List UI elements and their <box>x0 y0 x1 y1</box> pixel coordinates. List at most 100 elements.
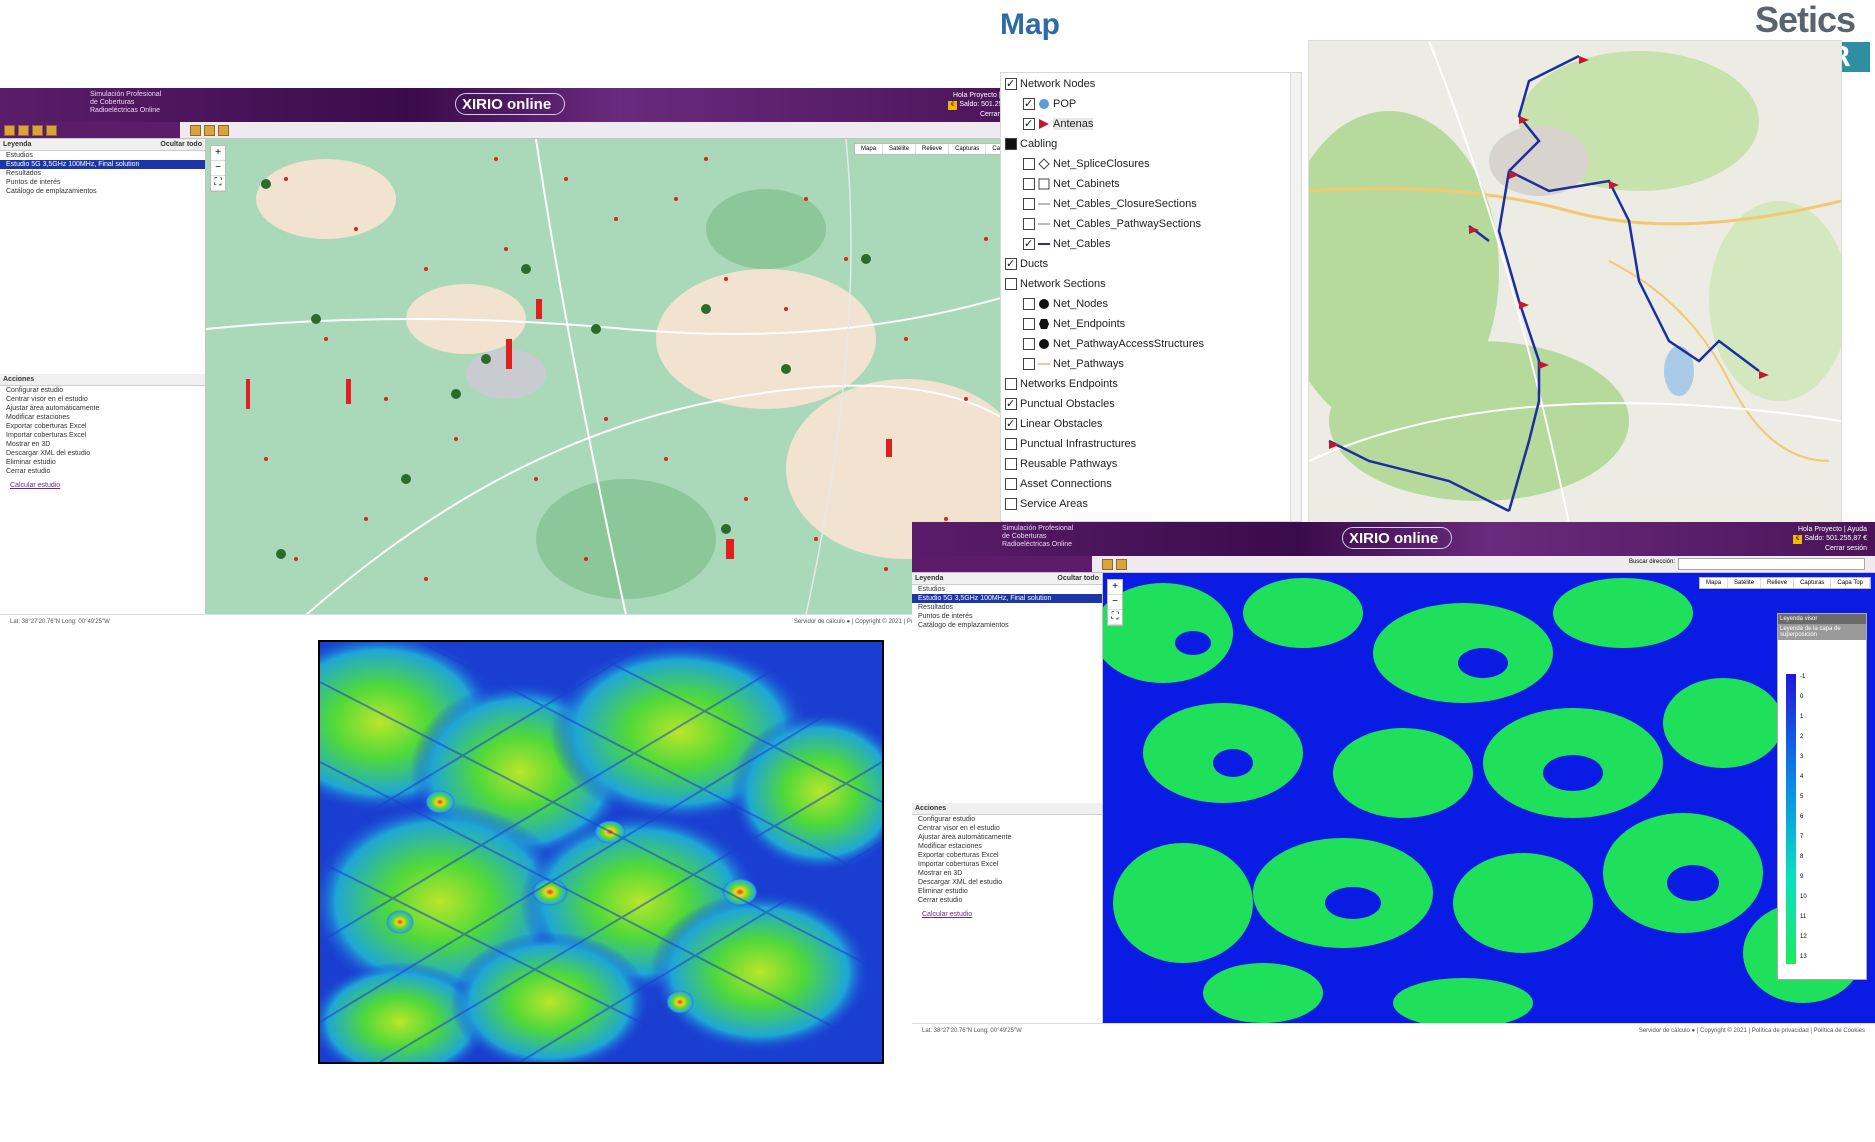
layer-item[interactable]: Networks Endpoints <box>1005 375 1118 393</box>
calculate-study-link[interactable]: Calcular estudio <box>0 476 205 495</box>
layer-checkbox[interactable] <box>1023 115 1035 133</box>
layer-item[interactable]: Network Sections <box>1005 275 1106 293</box>
action-item[interactable]: Ajustar área automáticamente <box>912 833 1102 842</box>
layer-checkbox[interactable] <box>1023 218 1035 231</box>
layer-checkbox[interactable] <box>1005 415 1017 433</box>
user-greeting[interactable]: Hola Proyecto | Ayuda <box>1793 525 1867 534</box>
layer-checkbox[interactable] <box>1023 235 1035 253</box>
layer-item[interactable]: Net_Nodes <box>1023 295 1108 313</box>
print-icon[interactable] <box>32 125 43 136</box>
action-item[interactable]: Importar coberturas Excel <box>0 431 205 440</box>
layer-checkbox[interactable] <box>1005 438 1017 451</box>
layer-item[interactable]: Service Areas <box>1005 495 1088 513</box>
action-item[interactable]: Eliminar estudio <box>0 458 205 467</box>
layer-checkbox[interactable] <box>1005 255 1017 273</box>
layer-item[interactable]: Linear Obstacles <box>1005 415 1103 433</box>
layer-checkbox[interactable] <box>1023 318 1035 331</box>
toolbar-tools[interactable] <box>912 556 1092 572</box>
layer-item[interactable]: Net_Cables_PathwaySections <box>1023 215 1201 233</box>
tab-relief[interactable]: Relieve <box>916 144 950 154</box>
tab-map[interactable]: Mapa <box>855 144 884 154</box>
layer-checkbox[interactable] <box>1005 75 1017 93</box>
map-canvas-terrain[interactable]: + − ⛶ Mapa Satélite Relieve Capturas Cap… <box>206 139 1030 615</box>
layers-icon[interactable] <box>1116 559 1127 570</box>
action-item[interactable]: Configurar estudio <box>912 815 1102 824</box>
zoom-in-button[interactable]: + <box>211 146 225 161</box>
fullscreen-button[interactable]: ⛶ <box>1108 610 1122 625</box>
action-item[interactable]: Configurar estudio <box>0 386 205 395</box>
layer-item[interactable]: Punctual Infrastructures <box>1005 435 1136 453</box>
ruler-icon[interactable] <box>1102 559 1113 570</box>
tab-satellite[interactable]: Satélite <box>883 144 917 154</box>
layer-item[interactable]: Net_PathwayAccessStructures <box>1023 335 1204 353</box>
layer-checkbox[interactable] <box>1005 498 1017 511</box>
address-search-input[interactable] <box>1678 558 1865 570</box>
action-item[interactable]: Descargar XML del estudio <box>0 449 205 458</box>
layer-item[interactable]: Reusable Pathways <box>1005 455 1117 473</box>
layer-item[interactable]: Cabling <box>1005 135 1057 153</box>
tab-map[interactable]: Mapa <box>1700 578 1729 588</box>
tab-captures[interactable]: Capturas <box>1794 578 1832 588</box>
legend-row[interactable]: Puntos de interés <box>0 178 205 187</box>
layer-checkbox[interactable] <box>1005 395 1017 413</box>
layer-item[interactable]: Ducts <box>1005 255 1048 273</box>
action-item[interactable]: Modificar estaciones <box>0 413 205 422</box>
action-item[interactable]: Exportar coberturas Excel <box>912 851 1102 860</box>
legend-row-selected[interactable]: Estudio 5G 3,5GHz 100MHz, Final solution <box>0 160 205 169</box>
zoom-out-button[interactable]: − <box>1108 595 1122 610</box>
layer-item[interactable]: Net_Cables <box>1023 235 1110 253</box>
calculate-study-link[interactable]: Calcular estudio <box>912 905 1102 924</box>
tab-relief[interactable]: Relieve <box>1761 578 1795 588</box>
legend-row[interactable]: Catálogo de emplazamientos <box>912 621 1102 630</box>
action-item[interactable]: Descargar XML del estudio <box>912 878 1102 887</box>
layer-checkbox[interactable] <box>1023 95 1035 113</box>
layer-item[interactable]: Network Nodes <box>1005 75 1095 93</box>
layer-item[interactable]: Net_Pathways <box>1023 355 1124 373</box>
layer-checkbox[interactable] <box>1005 458 1017 471</box>
layer-item[interactable]: Punctual Obstacles <box>1005 395 1115 413</box>
layer-item[interactable]: Net_Cabinets <box>1023 175 1120 193</box>
fullscreen-button[interactable]: ⛶ <box>211 176 225 191</box>
legend-row[interactable]: Puntos de interés <box>912 612 1102 621</box>
layer-checkbox[interactable] <box>1005 138 1017 151</box>
layer-checkbox[interactable] <box>1023 338 1035 351</box>
zoom-out-button[interactable]: − <box>211 161 225 176</box>
ruler-icon[interactable] <box>190 125 201 136</box>
map-canvas-coverage[interactable]: + − ⛶ Mapa Satélite Relieve Capturas Cap… <box>1103 573 1875 1024</box>
action-item[interactable]: Cerrar estudio <box>0 467 205 476</box>
action-item[interactable]: Modificar estaciones <box>912 842 1102 851</box>
layer-checkbox[interactable] <box>1023 298 1035 311</box>
layer-tree-scrollbar[interactable] <box>1290 73 1301 521</box>
action-item[interactable]: Importar coberturas Excel <box>912 860 1102 869</box>
info-icon[interactable] <box>218 125 229 136</box>
layer-checkbox[interactable] <box>1023 158 1035 171</box>
legend-row[interactable]: Resultados <box>912 603 1102 612</box>
layer-checkbox[interactable] <box>1005 378 1017 391</box>
layer-checkbox[interactable] <box>1023 178 1035 191</box>
action-item[interactable]: Cerrar estudio <box>912 896 1102 905</box>
settings-icon[interactable] <box>46 125 57 136</box>
action-item[interactable]: Centrar visor en el estudio <box>912 824 1102 833</box>
layers-icon[interactable] <box>204 125 215 136</box>
legend-row[interactable]: Catálogo de emplazamientos <box>0 187 205 196</box>
action-item[interactable]: Eliminar estudio <box>912 887 1102 896</box>
action-item[interactable]: Exportar coberturas Excel <box>0 422 205 431</box>
layer-checkbox[interactable] <box>1023 198 1035 211</box>
legend-row[interactable]: Estudios <box>0 151 205 160</box>
layer-item[interactable]: Net_SpliceClosures <box>1023 155 1150 173</box>
folder-icon[interactable] <box>4 125 15 136</box>
layer-item[interactable]: Net_Cables_ClosureSections <box>1023 195 1197 213</box>
layer-item[interactable]: POP <box>1023 95 1076 113</box>
legend-row-selected[interactable]: Estudio 5G 3,5GHz 100MHz, Final solution <box>912 594 1102 603</box>
layer-item[interactable]: Net_Endpoints <box>1023 315 1125 333</box>
legend-row[interactable]: Resultados <box>0 169 205 178</box>
hide-all-button[interactable]: Ocultar todo <box>1057 575 1099 582</box>
tab-satellite[interactable]: Satélite <box>1728 578 1762 588</box>
layer-item[interactable]: Antenas <box>1023 115 1094 133</box>
layer-checkbox[interactable] <box>1005 278 1017 291</box>
legend-row[interactable]: Estudios <box>912 585 1102 594</box>
zoom-in-button[interactable]: + <box>1108 580 1122 595</box>
tab-top-layer[interactable]: Capa Top <box>1831 578 1870 588</box>
fiber-network-map[interactable] <box>1308 40 1842 524</box>
layer-checkbox[interactable] <box>1023 358 1035 371</box>
